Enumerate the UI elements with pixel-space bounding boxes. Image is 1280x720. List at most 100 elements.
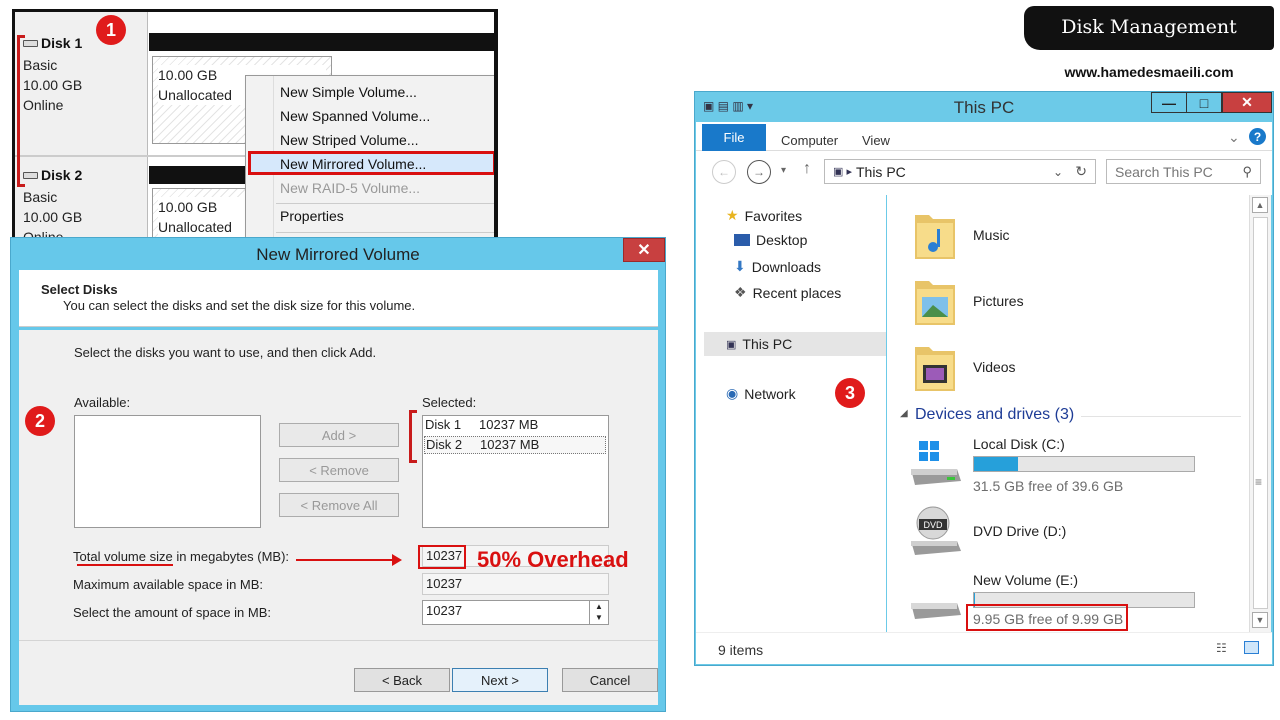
tab-view[interactable]: View <box>862 133 890 148</box>
download-icon: ⬇ <box>734 258 746 274</box>
menu-new-raid5-volume: New RAID-5 Volume... <box>280 180 421 196</box>
context-menu: New Simple Volume... New Spanned Volume.… <box>245 75 494 237</box>
nav-recent-places[interactable]: ❖ Recent places <box>734 284 841 301</box>
navigation-bar: ← → ▾ ↑ ▣ ▸ This PC ⌄ ↻ Search This PC ⚲ <box>696 151 1272 195</box>
add-button[interactable]: Add > <box>279 423 399 447</box>
remove-all-button[interactable]: < Remove All <box>279 493 399 517</box>
selected-row-disk-2[interactable]: Disk 2 10237 MB <box>424 436 606 454</box>
devices-section-header[interactable]: Devices and drives (3) <box>915 406 1074 424</box>
arrow-head <box>392 554 402 566</box>
menu-new-spanned-volume[interactable]: New Spanned Volume... <box>280 108 430 124</box>
selected-list[interactable]: Disk 1 10237 MB Disk 2 10237 MB <box>422 415 609 528</box>
selected-row-disk-1[interactable]: Disk 1 10237 MB <box>424 417 606 435</box>
grip-icon: ≡ <box>1255 475 1263 489</box>
available-list[interactable] <box>74 415 261 528</box>
chevron-down-icon[interactable]: ⌄ <box>1228 129 1240 146</box>
drive-c-name[interactable]: Local Disk (C:) <box>973 436 1065 452</box>
close-icon[interactable]: ✕ <box>623 238 665 262</box>
new-mirrored-volume-dialog: New Mirrored Volume ✕ Select Disks You c… <box>10 237 666 712</box>
selected-bracket <box>409 410 417 463</box>
tab-computer[interactable]: Computer <box>781 133 838 148</box>
scroll-down-icon[interactable]: ▼ <box>1252 612 1268 628</box>
disk-1-info: Basic 10.00 GB Online <box>23 57 83 113</box>
ribbon: File Computer View ⌄ ? <box>696 122 1272 151</box>
collapse-icon[interactable]: ◢ <box>900 408 908 419</box>
amount-input[interactable]: 10237 <box>422 600 590 625</box>
close-icon[interactable]: ✕ <box>1222 92 1272 113</box>
drive-d-name[interactable]: DVD Drive (D:) <box>973 523 1066 539</box>
this-pc-window: This PC ▣ ▤ ▥ ▾ — □ ✕ File Computer View… <box>694 91 1274 666</box>
nav-network[interactable]: ◉ Network <box>726 385 796 402</box>
menu-new-simple-volume[interactable]: New Simple Volume... <box>280 84 417 100</box>
network-icon: ◉ <box>726 385 739 401</box>
menu-new-mirrored-volume[interactable]: New Mirrored Volume... <box>280 156 426 172</box>
tab-file[interactable]: File <box>702 124 766 151</box>
max-space-value: 10237 <box>422 573 609 595</box>
recent-dropdown-icon[interactable]: ▾ <box>781 165 786 176</box>
overhead-note: 50% Overhead <box>477 547 629 572</box>
scroll-thumb[interactable] <box>1253 217 1268 609</box>
address-dropdown-icon[interactable]: ⌄ <box>1053 165 1063 179</box>
total-value-highlight <box>418 545 466 569</box>
disk-2-info: Basic 10.00 GB Online <box>23 189 83 240</box>
step-badge-3: 3 <box>835 378 865 408</box>
maximize-icon[interactable]: □ <box>1186 92 1222 113</box>
nav-favorites[interactable]: ★ Favorites <box>726 207 802 224</box>
drive-c-usage-bar <box>973 456 1195 472</box>
computer-icon: ▣ ▸ <box>833 166 852 178</box>
arrow-shaft <box>296 559 392 561</box>
vertical-scrollbar[interactable]: ▲ ≡ ▼ <box>1249 195 1271 632</box>
total-size-label: Total volume size in megabytes (MB): <box>73 549 290 564</box>
hard-disk-icon <box>23 171 38 179</box>
amount-spinner[interactable]: ▲ ▼ <box>589 600 609 625</box>
folder-music[interactable]: Music <box>973 227 1010 243</box>
back-button[interactable]: < Back <box>354 668 450 692</box>
new-volume-icon[interactable] <box>909 593 963 627</box>
nav-this-pc[interactable]: ▣ This PC <box>704 332 886 356</box>
explorer-titlebar[interactable]: This PC ▣ ▤ ▥ ▾ — □ ✕ <box>695 92 1273 122</box>
banner-title: Disk Management <box>1061 16 1237 38</box>
dialog-titlebar[interactable]: New Mirrored Volume ✕ <box>11 238 665 270</box>
minimize-icon[interactable]: — <box>1151 92 1187 113</box>
nav-downloads[interactable]: ⬇ Downloads <box>734 258 821 275</box>
menu-properties[interactable]: Properties <box>280 208 344 224</box>
banner-url: www.hamedesmaeili.com <box>1064 64 1234 80</box>
scroll-up-icon[interactable]: ▲ <box>1252 197 1268 213</box>
svg-text:DVD: DVD <box>923 520 943 530</box>
dialog-title: New Mirrored Volume <box>256 245 420 264</box>
step-badge-1: 1 <box>96 15 126 45</box>
back-arrow-icon[interactable]: ← <box>712 160 736 184</box>
drive-c-free: 31.5 GB free of 39.6 GB <box>973 478 1124 494</box>
nav-desktop[interactable]: Desktop <box>734 232 807 248</box>
up-arrow-icon[interactable]: ↑ <box>803 160 811 178</box>
address-bar[interactable]: ▣ ▸ This PC ⌄ ↻ <box>824 159 1096 184</box>
next-button[interactable]: Next > <box>452 668 548 692</box>
disk-1-label[interactable]: Disk 1 <box>23 35 82 51</box>
cancel-button[interactable]: Cancel <box>562 668 658 692</box>
remove-button[interactable]: < Remove <box>279 458 399 482</box>
forward-arrow-icon[interactable]: → <box>747 160 771 184</box>
large-icons-view-icon[interactable] <box>1244 641 1259 654</box>
dialog-header: Select Disks You can select the disks an… <box>19 270 658 327</box>
help-icon[interactable]: ? <box>1249 128 1266 145</box>
quick-access-icon[interactable]: ▣ ▤ ▥ ▾ <box>703 99 753 113</box>
dialog-body: Select the disks you want to use, and th… <box>19 330 658 705</box>
local-disk-icon[interactable] <box>909 441 963 487</box>
drive-e-name[interactable]: New Volume (E:) <box>973 572 1078 588</box>
status-bar: 9 items ☷ <box>696 632 1272 664</box>
folder-pictures[interactable]: Pictures <box>973 293 1024 309</box>
search-icon: ⚲ <box>1242 163 1252 179</box>
pictures-folder-icon[interactable] <box>913 273 957 327</box>
details-view-icon[interactable]: ☷ <box>1216 641 1227 655</box>
videos-folder-icon[interactable] <box>913 339 957 393</box>
menu-new-striped-volume[interactable]: New Striped Volume... <box>280 132 419 148</box>
dialog-header-title: Select Disks <box>41 282 118 297</box>
folder-videos[interactable]: Videos <box>973 359 1016 375</box>
max-space-label: Maximum available space in MB: <box>73 577 264 592</box>
refresh-icon[interactable]: ↻ <box>1075 163 1087 180</box>
music-folder-icon[interactable] <box>913 207 957 261</box>
disk-2-label[interactable]: Disk 2 <box>23 167 82 183</box>
search-input[interactable]: Search This PC ⚲ <box>1106 159 1261 184</box>
amount-label: Select the amount of space in MB: <box>73 605 271 620</box>
dvd-drive-icon[interactable]: DVD <box>909 505 963 557</box>
